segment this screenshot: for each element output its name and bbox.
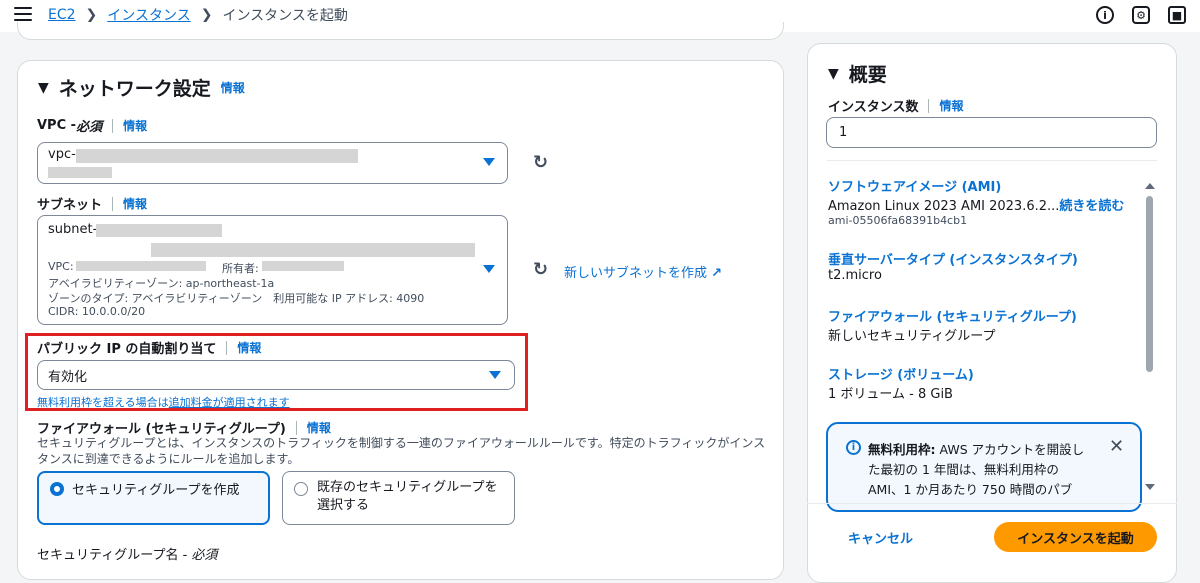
ami-id: ami-05506fa68391b4cb1 [828, 214, 968, 227]
chevron-right-icon: ❯ [85, 7, 98, 23]
storage-link[interactable]: ストレージ (ボリューム) [828, 364, 974, 383]
summary-header[interactable]: ▼ 概要 [828, 60, 887, 87]
info-icon[interactable]: i [1096, 6, 1114, 24]
ami-value: Amazon Linux 2023 AMI 2023.6.2...続きを読む [828, 195, 1124, 214]
subnet-zone-type: ゾーンのタイプ: アベイラビリティーゾーン 利用可能な IP アドレス: 409… [48, 292, 425, 305]
instance-count-label-text: インスタンス数 [828, 100, 919, 115]
subnet-info-link[interactable]: 情報 [123, 195, 147, 212]
refresh-icon[interactable]: ↻ [533, 154, 551, 172]
summary-footer-divider [807, 503, 1177, 504]
redacted-owner [262, 261, 344, 271]
summary-title: 概要 [848, 64, 887, 86]
subnet-value: subnet- [48, 222, 98, 237]
info-circle-icon: i [846, 440, 861, 455]
create-subnet-link[interactable]: 新しいサブネットを作成 ↗ [564, 262, 722, 281]
instance-count-label: インスタンス数 情報 [828, 96, 964, 115]
menu-icon[interactable] [14, 7, 32, 23]
subnet-owner: 所有者: [222, 262, 259, 275]
caret-down-icon [483, 158, 495, 166]
vpc-value: vpc- [48, 147, 76, 162]
required-text: 必須 [76, 120, 103, 135]
firewall-info-link[interactable]: 情報 [307, 419, 331, 436]
redacted-subnet-name [151, 243, 475, 257]
subnet-az: アベイラビリティーゾーン: ap-northeast-1a [48, 277, 275, 290]
redacted-subnet-id [96, 224, 222, 237]
firewall-summary-link[interactable]: ファイアウォール (セキュリティグループ) [828, 306, 1077, 325]
refresh-icon[interactable]: ↻ [533, 261, 551, 279]
settings-icon[interactable]: ⚙ [1132, 6, 1150, 24]
vpc-label: VPC - 必須 情報 [37, 116, 147, 135]
close-icon[interactable]: ✕ [1109, 436, 1124, 457]
caret-down-icon[interactable]: ▼ [828, 66, 839, 82]
subnet-vpc: VPC: [48, 260, 74, 273]
radio-unselected[interactable] [294, 482, 308, 496]
redacted-subnet-vpc [76, 261, 206, 271]
scrollbar-thumb[interactable] [1146, 196, 1153, 372]
alert-text: 無料利用枠: AWS アカウントを開設した最初の 1 年間は、無料利用枠の AM… [868, 440, 1094, 500]
ami-value-text: Amazon Linux 2023 AMI 2023.6.2... [828, 199, 1060, 214]
free-tier-alert: i 無料利用枠: AWS アカウントを開設した最初の 1 年間は、無料利用枠の … [826, 422, 1142, 512]
instance-count-info-link[interactable]: 情報 [939, 97, 963, 114]
cancel-button[interactable]: キャンセル [840, 526, 921, 549]
sg-name-label: セキュリティグループ名 - 必須 [37, 544, 217, 563]
firewall-summary-value: 新しいセキュリティグループ [828, 329, 996, 344]
firewall-description: セキュリティグループとは、インスタンスのトラフィックを制御する一連のファイアウォ… [37, 436, 766, 466]
radio-selected[interactable] [50, 482, 64, 496]
subnet-label: サブネット 情報 [37, 194, 147, 213]
alert-bold: 無料利用枠: [868, 442, 936, 457]
instance-type-value: t2.micro [828, 268, 882, 283]
subnet-cidr: CIDR: 10.0.0.0/20 [48, 305, 146, 318]
scroll-up-icon[interactable] [1145, 183, 1155, 189]
scroll-down-icon[interactable] [1145, 484, 1155, 490]
section-title: ネットワーク設定 [58, 78, 211, 100]
feedback-icon[interactable]: ■ [1168, 6, 1186, 24]
redacted-vpc-name [48, 167, 112, 178]
info-link[interactable]: 情報 [221, 79, 245, 96]
divider [827, 160, 1157, 161]
existing-sg-label: 既存のセキュリティグループを選択する [317, 480, 498, 513]
caret-down-icon[interactable]: ▼ [38, 80, 49, 96]
launch-instance-button[interactable]: インスタンスを起動 [994, 522, 1157, 552]
breadcrumb-ec2[interactable]: EC2 [48, 7, 76, 23]
subnet-label-text: サブネット [37, 198, 103, 213]
network-settings-header[interactable]: ▼ ネットワーク設定 情報 [38, 74, 245, 101]
read-more-link[interactable]: 続きを読む [1059, 199, 1124, 214]
instance-type-link[interactable]: 垂直サーバータイプ (インスタンスタイプ) [828, 249, 1078, 268]
storage-value: 1 ボリューム - 8 GiB [828, 387, 953, 402]
vpc-label-text: VPC - [37, 118, 77, 133]
redacted-vpc-id [76, 149, 358, 163]
external-link-icon: ↗ [711, 266, 723, 281]
create-subnet-link-text: 新しいサブネットを作成 [564, 266, 708, 281]
ami-link[interactable]: ソフトウェアイメージ (AMI) [828, 176, 1001, 195]
vpc-info-link[interactable]: 情報 [123, 117, 147, 134]
previous-section-card [17, 22, 784, 40]
instance-count-input[interactable]: 1 [826, 117, 1157, 148]
highlight-box [25, 333, 528, 411]
caret-down-icon [483, 265, 495, 273]
chevron-right-icon: ❯ [200, 7, 213, 23]
create-sg-label: セキュリティグループを作成 [72, 483, 240, 498]
